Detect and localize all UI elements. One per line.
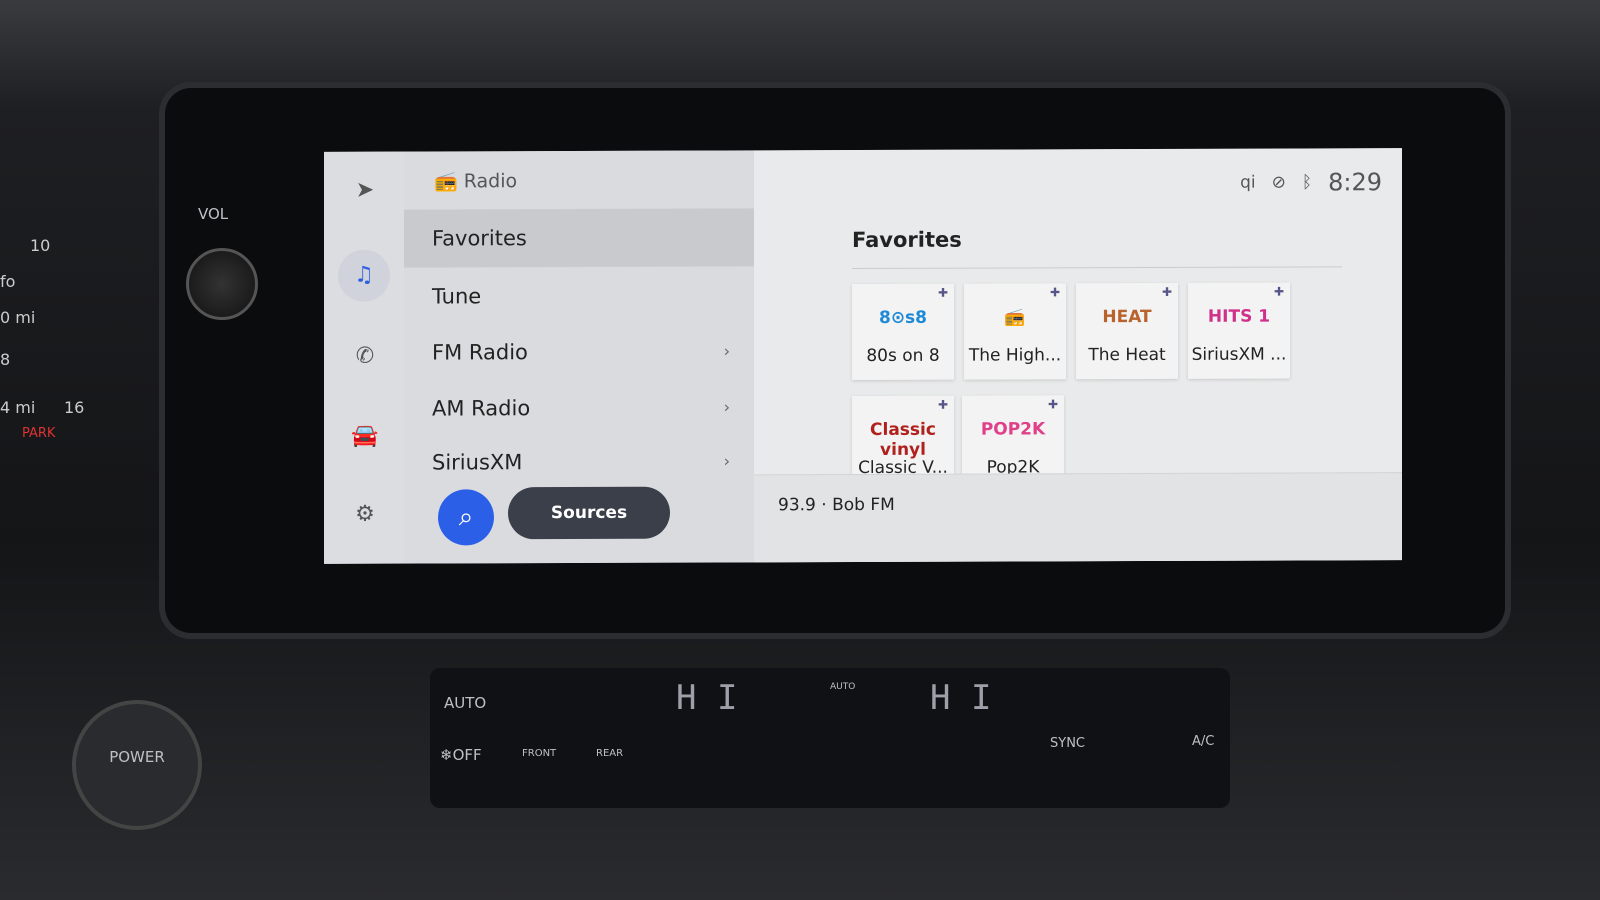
voice-muted-icon: ⊘	[1271, 172, 1286, 193]
chevron-right-icon: ›	[723, 451, 730, 471]
add-icon[interactable]: ✚	[938, 286, 948, 300]
favorites-title: Favorites	[852, 227, 962, 253]
menu-item-label: FM Radio	[432, 340, 528, 365]
cluster-text: fo	[0, 272, 16, 291]
chevron-right-icon: ›	[723, 341, 730, 361]
radio-icon: 📻	[434, 170, 458, 193]
search-icon: ⌕	[458, 502, 474, 533]
gear-indicator: PARK	[22, 426, 56, 441]
add-icon[interactable]: ✚	[938, 398, 948, 412]
ac-button[interactable]: A/C	[1192, 734, 1214, 749]
add-icon[interactable]: ✚	[1050, 285, 1060, 299]
station-logo: POP2K	[980, 419, 1046, 440]
cluster-text: 0 mi	[0, 308, 36, 327]
favorite-tile[interactable]: ✚ 8⊙s8 80s on 8	[852, 283, 954, 381]
menu-title: Radio	[463, 170, 518, 193]
cluster-text: 4 mi	[0, 398, 36, 417]
rear-defrost-button[interactable]: REAR	[596, 748, 623, 759]
radio-menu: 📻 Radio Favorites Tune FM Radio › AM Radi…	[404, 150, 754, 564]
sync-button[interactable]: SYNC	[1050, 736, 1085, 751]
fan-auto-indicator: AUTO	[830, 682, 856, 692]
volume-knob[interactable]	[186, 248, 258, 320]
fan-off-button[interactable]: ❄OFF	[440, 746, 482, 764]
search-button[interactable]: ⌕	[438, 489, 494, 546]
cluster-text: 16	[64, 398, 85, 417]
menu-item-label: SiriusXM	[432, 450, 523, 475]
wireless-charging-icon: qi	[1240, 172, 1256, 193]
app-rail: ➤ ♫ ✆ 🚘 ⚙	[324, 151, 404, 564]
add-icon[interactable]: ✚	[1162, 285, 1172, 299]
station-logo: HITS 1	[1207, 306, 1271, 327]
menu-item-favorites[interactable]: Favorites	[404, 208, 754, 268]
climate-panel: AUTO H I AUTO H I ❄OFF FRONT REAR SYNC A…	[430, 668, 1230, 808]
cluster-text: 8	[0, 350, 11, 369]
chevron-right-icon: ›	[723, 397, 730, 417]
menu-header: 📻 Radio	[434, 169, 517, 192]
clock: 8:29	[1328, 168, 1382, 197]
status-bar: qi ⊘ ᛒ 8:29	[1240, 168, 1382, 196]
auto-button[interactable]: AUTO	[444, 694, 486, 712]
now-playing-bar[interactable]: 93.9 · Bob FM	[754, 472, 1402, 563]
favorite-tile[interactable]: ✚ HEAT The Heat	[1076, 282, 1178, 380]
add-icon[interactable]: ✚	[1274, 285, 1284, 299]
station-name: The Heat	[1088, 344, 1166, 366]
bluetooth-icon: ᛒ	[1301, 172, 1313, 193]
menu-item-label: Favorites	[432, 226, 527, 251]
favorite-tile[interactable]: ✚ 📻 The High...	[964, 283, 1066, 380]
right-temp-display: H I	[930, 678, 992, 718]
add-icon[interactable]: ✚	[1048, 397, 1058, 411]
divider	[852, 266, 1342, 270]
menu-item-label: AM Radio	[432, 396, 531, 421]
station-name: 80s on 8	[866, 345, 940, 366]
instrument-cluster: 10 fo 0 mi 8 4 mi 16 PARK	[0, 200, 95, 460]
power-label: POWER	[109, 748, 165, 766]
music-note-icon[interactable]: ♫	[338, 249, 390, 302]
station-logo: 8⊙s8	[878, 307, 928, 328]
phone-icon[interactable]: ✆	[350, 342, 380, 372]
car-icon[interactable]: 🚘	[350, 422, 380, 452]
sources-button[interactable]: Sources	[508, 486, 670, 540]
left-temp-display: H I	[676, 678, 738, 718]
navigation-arrow-icon[interactable]: ➤	[350, 176, 380, 206]
station-logo: HEAT	[1102, 306, 1152, 328]
power-button[interactable]: POWER	[72, 700, 202, 830]
menu-item-fm-radio[interactable]: FM Radio ›	[404, 322, 754, 381]
station-logo: Classic vinyl	[870, 419, 936, 460]
station-name: SiriusXM ...	[1191, 344, 1287, 365]
station-logo: 📻	[1004, 307, 1026, 328]
menu-item-am-radio[interactable]: AM Radio ›	[404, 378, 754, 437]
favorites-panel: qi ⊘ ᛒ 8:29 Favorites ✚ 8⊙s8 80s on 8 ✚ 📻 The…	[754, 148, 1402, 563]
gear-icon[interactable]: ⚙	[350, 500, 380, 530]
front-defrost-button[interactable]: FRONT	[522, 748, 556, 759]
menu-item-siriusxm[interactable]: SiriusXM ›	[404, 432, 754, 491]
station-name: The High...	[968, 345, 1062, 366]
favorite-tile[interactable]: ✚ HITS 1 SiriusXM ...	[1188, 282, 1290, 379]
infotainment-screen: ➤ ♫ ✆ 🚘 ⚙ 📻 Radio Favorites Tune FM Radi…	[324, 148, 1402, 564]
now-playing-station: 93.9 · Bob FM	[778, 494, 895, 516]
menu-item-tune[interactable]: Tune	[404, 266, 754, 325]
cluster-text: 10	[30, 236, 51, 255]
menu-item-label: Tune	[432, 284, 482, 309]
vol-label: VOL	[198, 205, 229, 223]
